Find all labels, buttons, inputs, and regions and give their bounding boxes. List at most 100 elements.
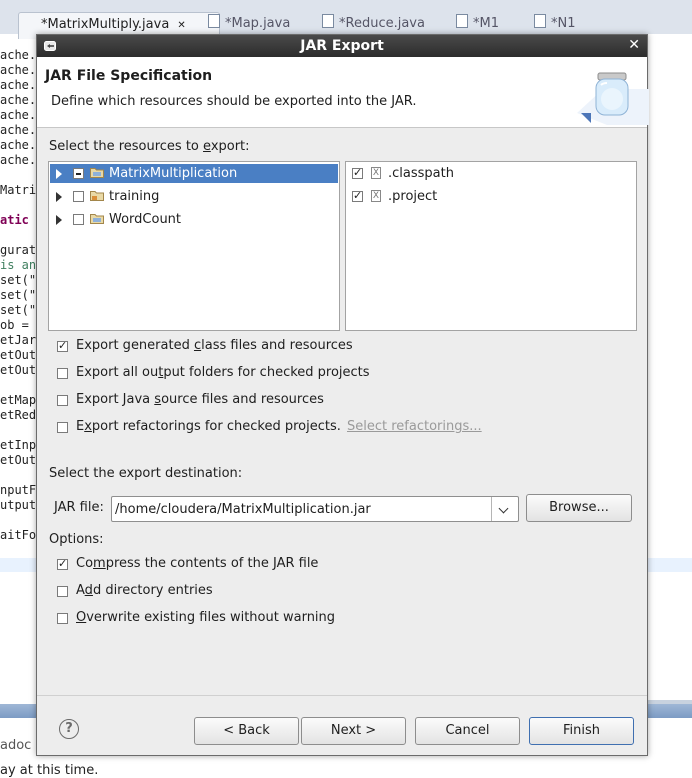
- editor-tab-bar: *MatrixMultiply.java ✕ *Map.java *Reduce…: [0, 0, 692, 39]
- file-item-classpath[interactable]: X .classpath: [347, 164, 635, 183]
- editor-tab-label: *N1: [551, 16, 576, 31]
- code-line: etJarB: [0, 333, 36, 347]
- select-refactorings-link[interactable]: Select refactorings...: [347, 419, 482, 434]
- tree-checkbox[interactable]: [73, 214, 84, 225]
- browse-button[interactable]: Browse...: [526, 494, 632, 522]
- editor-tab-label: *MatrixMultiply.java: [41, 17, 170, 32]
- expand-arrow-icon[interactable]: [56, 169, 62, 179]
- options-label: Options:: [49, 532, 104, 547]
- option-label: Export generated class files and resourc…: [76, 338, 353, 353]
- wizard-header: JAR File Specification Define which reso…: [37, 57, 649, 128]
- editor-code-area[interactable]: ache.h ache.h ache.h ache.h ache.h ache.…: [0, 34, 36, 704]
- editor-tab-n1[interactable]: *N1: [534, 14, 594, 34]
- dialog-titlebar[interactable]: JAR Export ✕: [37, 35, 647, 57]
- file-item-project[interactable]: X .project: [347, 187, 635, 206]
- project-folder-icon: [90, 191, 104, 201]
- code-line: ache.h: [0, 138, 36, 152]
- tree-checkbox[interactable]: [73, 191, 84, 202]
- checkbox[interactable]: [57, 395, 68, 406]
- editor-tab-map[interactable]: *Map.java: [208, 14, 308, 34]
- code-line: nputFo: [0, 483, 36, 497]
- option-label: Export refactorings for checked projects…: [76, 419, 341, 434]
- editor-tab-reduce[interactable]: *Reduce.java: [322, 14, 432, 34]
- wizard-page-title: JAR File Specification: [45, 68, 213, 84]
- code-line: ob = J: [0, 318, 36, 332]
- expand-arrow-icon[interactable]: [56, 192, 62, 202]
- expand-arrow-icon[interactable]: [56, 215, 62, 225]
- resource-file-list[interactable]: X .classpath X .project: [345, 161, 637, 331]
- checkbox[interactable]: [57, 339, 68, 352]
- help-icon[interactable]: ?: [59, 719, 79, 739]
- checkbox[interactable]: [57, 422, 68, 433]
- code-line: ache.h: [0, 78, 36, 92]
- code-line: etMapp: [0, 393, 36, 407]
- tree-checkbox[interactable]: [73, 168, 84, 179]
- code-line: etRedu: [0, 408, 36, 422]
- tree-item-matrixmultiplication[interactable]: MatrixMultiplication: [50, 164, 338, 183]
- code-line: utputF: [0, 498, 36, 512]
- file-checkbox[interactable]: [352, 189, 363, 202]
- file-item-label: .project: [388, 189, 438, 204]
- text-file-icon: [456, 14, 468, 28]
- jar-file-input[interactable]: [115, 500, 487, 518]
- x-file-icon: X: [371, 190, 381, 202]
- code-line: ache.h: [0, 123, 36, 137]
- x-file-icon: X: [371, 167, 381, 179]
- project-folder-icon: [90, 168, 104, 178]
- code-line: Matrix: [0, 183, 36, 197]
- code-line: etOutp: [0, 363, 36, 377]
- tree-item-wordcount[interactable]: WordCount: [50, 210, 338, 229]
- code-line: ache.h: [0, 48, 36, 62]
- text-file-icon: [534, 14, 546, 28]
- wizard-page-description: Define which resources should be exporte…: [51, 94, 417, 109]
- code-line: ache.h: [0, 63, 36, 77]
- close-icon[interactable]: ✕: [628, 37, 640, 53]
- jar-wizard-icon: [577, 72, 649, 125]
- code-line: gurati: [0, 243, 36, 257]
- code-line: aitFor: [0, 528, 36, 542]
- code-line: atic v: [0, 213, 36, 227]
- code-line: is an: [0, 258, 36, 272]
- checkbox[interactable]: [57, 368, 68, 379]
- code-line: ache.h: [0, 153, 36, 167]
- tree-item-label: WordCount: [109, 212, 182, 227]
- back-button[interactable]: < Back: [194, 717, 299, 745]
- destination-label: Select the export destination:: [49, 466, 243, 481]
- code-line: ache.h: [0, 93, 36, 107]
- tab-close-icon[interactable]: ✕: [177, 20, 185, 31]
- tree-item-label: MatrixMultiplication: [109, 166, 238, 181]
- editor-tab-label: *Map.java: [225, 16, 291, 31]
- finish-button[interactable]: Finish: [529, 717, 634, 745]
- footer-separator: [37, 695, 647, 696]
- resources-label-text: Select the resources to: [49, 139, 204, 154]
- java-file-icon: [322, 14, 334, 28]
- editor-tab-label: *M1: [473, 16, 499, 31]
- resources-label: Select the resources to export:: [49, 139, 250, 154]
- resources-label-text: xport:: [210, 139, 250, 154]
- option-label: Add directory entries: [76, 583, 213, 598]
- tree-item-training[interactable]: training: [50, 187, 338, 206]
- checkbox[interactable]: [57, 557, 68, 570]
- file-checkbox[interactable]: [352, 166, 363, 179]
- cancel-button[interactable]: Cancel: [415, 717, 520, 745]
- code-line: set("p: [0, 303, 36, 317]
- next-button[interactable]: Next >: [301, 717, 406, 745]
- jar-file-label: JAR file:: [54, 500, 104, 515]
- checkbox[interactable]: [57, 586, 68, 597]
- file-item-label: .classpath: [388, 166, 454, 181]
- jar-file-combo[interactable]: [111, 496, 519, 522]
- chevron-down-icon[interactable]: [491, 497, 518, 521]
- editor-tab-m1[interactable]: *M1: [456, 14, 516, 34]
- code-line: etInpu: [0, 438, 36, 452]
- project-folder-icon: [90, 214, 104, 224]
- editor-tab-label: *Reduce.java: [339, 16, 425, 31]
- code-line: ache.h: [0, 108, 36, 122]
- project-tree[interactable]: MatrixMultiplication training WordCount: [48, 161, 340, 331]
- checkbox[interactable]: [57, 613, 68, 624]
- code-line: etOutp: [0, 453, 36, 467]
- tree-item-label: training: [109, 189, 160, 204]
- resources-label-mnemonic: e: [203, 139, 211, 154]
- option-label: Export Java source files and resources: [76, 392, 324, 407]
- option-label: Compress the contents of the JAR file: [76, 556, 319, 571]
- dialog-title: JAR Export: [300, 38, 384, 54]
